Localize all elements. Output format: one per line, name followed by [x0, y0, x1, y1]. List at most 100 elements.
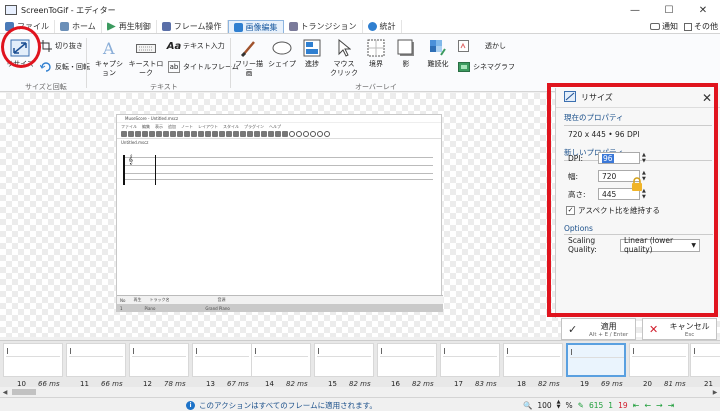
- cinemagraph-button[interactable]: シネマグラフ: [458, 61, 515, 73]
- frame-item-selected[interactable]: 19 69 ms: [566, 343, 626, 388]
- watermark-button[interactable]: 透かし: [458, 40, 506, 52]
- frame-list: 10 66 ms 11 66 ms 12 78 ms 13 67 ms 14 82 ms …: [0, 340, 720, 388]
- group-separator: [86, 38, 87, 88]
- caption-icon: A: [99, 38, 119, 58]
- tab-image[interactable]: 画像編集: [227, 20, 284, 33]
- shadow-button[interactable]: 影: [395, 38, 417, 69]
- zoom-icon: 🔍: [523, 400, 533, 410]
- rotate-icon: [40, 61, 52, 73]
- frame-item[interactable]: 15 82 ms: [314, 343, 374, 388]
- progress-icon: [302, 38, 322, 58]
- highlight-circle: [1, 26, 41, 68]
- keyboard-icon: [136, 38, 156, 58]
- frame-item[interactable]: 12 78 ms: [129, 343, 189, 388]
- crop-icon: [40, 40, 52, 52]
- preview-menu: ファイル 編集 表示 追加 ノート レイアウト スタイル プラグイン ヘルプ: [121, 123, 281, 129]
- frame-item[interactable]: 10 66 ms: [3, 343, 63, 388]
- preview-title: MuseScore - Untitled.mscz: [117, 115, 441, 123]
- tab-playback[interactable]: 再生制御: [102, 20, 157, 33]
- text-input-button[interactable]: Aa テキスト入力: [166, 40, 225, 52]
- scroll-thumb[interactable]: [12, 389, 36, 395]
- border-icon: [366, 38, 386, 58]
- highlight-box: [547, 83, 718, 317]
- notification-button[interactable]: 通知: [650, 21, 678, 32]
- selected-count: 1: [608, 400, 614, 410]
- crop-button[interactable]: 切り抜き: [40, 40, 83, 52]
- obfuscate-icon: [428, 38, 448, 58]
- other-button[interactable]: その他: [684, 21, 718, 32]
- keystroke-button[interactable]: キーストローク: [127, 38, 165, 78]
- cancel-button[interactable]: ✕ キャンセル Esc: [642, 318, 717, 340]
- frame-item[interactable]: 11 66 ms: [66, 343, 126, 388]
- status-message: i このアクションはすべてのフレームに適用されます。: [186, 400, 377, 411]
- watermark-icon: [458, 40, 470, 52]
- frame-preview: MuseScore - Untitled.mscz ファイル 編集 表示 追加 …: [116, 114, 443, 312]
- frame-item[interactable]: 17 83 ms: [440, 343, 500, 388]
- apply-button[interactable]: ✓ 適用 Alt + E / Enter: [561, 318, 636, 340]
- bell-icon: [650, 23, 660, 30]
- maximize-button[interactable]: ☐: [652, 0, 686, 20]
- frame-scrollbar[interactable]: ◀ ▶: [0, 387, 720, 397]
- title-bar: ScreenToGif - エディター — ☐ ✕: [0, 0, 720, 20]
- svg-text:A: A: [102, 39, 115, 57]
- close-button[interactable]: ✕: [686, 0, 720, 20]
- total-frames-icon: ✎: [577, 400, 584, 410]
- scroll-left-icon[interactable]: ◀: [0, 389, 10, 396]
- tab-transitions[interactable]: トランジション: [284, 20, 363, 33]
- pencil-icon: [161, 22, 171, 31]
- title-frame-icon: ab: [168, 61, 180, 73]
- frame-item[interactable]: 13 67 ms: [192, 343, 252, 388]
- app-icon: [5, 5, 17, 15]
- zoom-stepper[interactable]: ▲ ▼: [557, 400, 561, 410]
- group-separator: [230, 38, 231, 88]
- info-icon: i: [186, 401, 195, 410]
- title-frame-button[interactable]: ab タイトルフレーム: [168, 61, 239, 73]
- film-icon: [458, 61, 470, 73]
- preview-toolbar: [117, 130, 441, 139]
- scroll-right-icon[interactable]: ▶: [710, 389, 720, 396]
- previous-frame-icon[interactable]: ←: [644, 401, 651, 410]
- treble-clef-icon: 𝄞: [128, 155, 134, 165]
- zoom-value[interactable]: 100: [537, 401, 551, 410]
- border-button[interactable]: 境界: [364, 38, 388, 69]
- frame-item[interactable]: 18 82 ms: [503, 343, 563, 388]
- tab-home[interactable]: ホーム: [55, 20, 102, 33]
- tab-frames[interactable]: フレーム操作: [157, 20, 228, 33]
- frame-item[interactable]: 20 81 ms: [629, 343, 689, 388]
- frame-item[interactable]: 21: [690, 343, 720, 387]
- ribbon-tabs: ファイル ホーム 再生制御 フレーム操作 画像編集 トランジション 統計 通知 …: [0, 20, 720, 34]
- info-icon: [367, 22, 377, 31]
- frame-item[interactable]: 14 82 ms: [251, 343, 311, 388]
- preview-score-name: Untitled.mscz: [121, 140, 149, 145]
- check-icon: ✓: [568, 322, 578, 336]
- last-frame-icon[interactable]: ⇥: [668, 401, 675, 410]
- cancel-x-icon: ✕: [649, 322, 659, 336]
- group-label-text: テキスト: [150, 83, 178, 91]
- tab-statistics[interactable]: 統計: [363, 20, 402, 33]
- progress-button[interactable]: 進捗: [300, 38, 324, 69]
- group-label-overlay: オーバーレイ: [355, 83, 397, 91]
- grid-icon: [684, 22, 692, 31]
- window-title: ScreenToGif - エディター: [21, 5, 116, 15]
- shape-button[interactable]: シェイプ: [268, 38, 296, 69]
- free-draw-button[interactable]: フリー描画: [233, 38, 265, 78]
- preview-staff: 𝄞: [123, 153, 433, 187]
- mouse-click-button[interactable]: マウス クリック: [330, 38, 358, 78]
- flip-rotate-button[interactable]: 反転・回転: [40, 61, 90, 73]
- current-frame: 19: [618, 400, 628, 410]
- cursor-icon: [334, 38, 354, 58]
- status-bar: i このアクションはすべてのフレームに適用されます。 🔍 100 ▲ ▼ % ✎ …: [0, 397, 720, 411]
- text-icon: Aa: [166, 40, 182, 52]
- transition-icon: [288, 22, 298, 31]
- total-frames: 615: [588, 400, 604, 410]
- first-frame-icon[interactable]: ⇤: [633, 401, 640, 410]
- home-icon: [60, 22, 69, 31]
- next-frame-icon[interactable]: →: [656, 401, 663, 410]
- caption-button[interactable]: A キャプション: [92, 38, 126, 78]
- frame-item[interactable]: 16 82 ms: [377, 343, 437, 388]
- preview-track-list: No 再生 トラック名 音源 1 Piano Grand Piano: [117, 295, 443, 312]
- obfuscate-button[interactable]: 難読化: [424, 38, 452, 69]
- minimize-button[interactable]: —: [618, 0, 652, 20]
- play-icon: [106, 22, 116, 31]
- image-icon: [233, 22, 243, 32]
